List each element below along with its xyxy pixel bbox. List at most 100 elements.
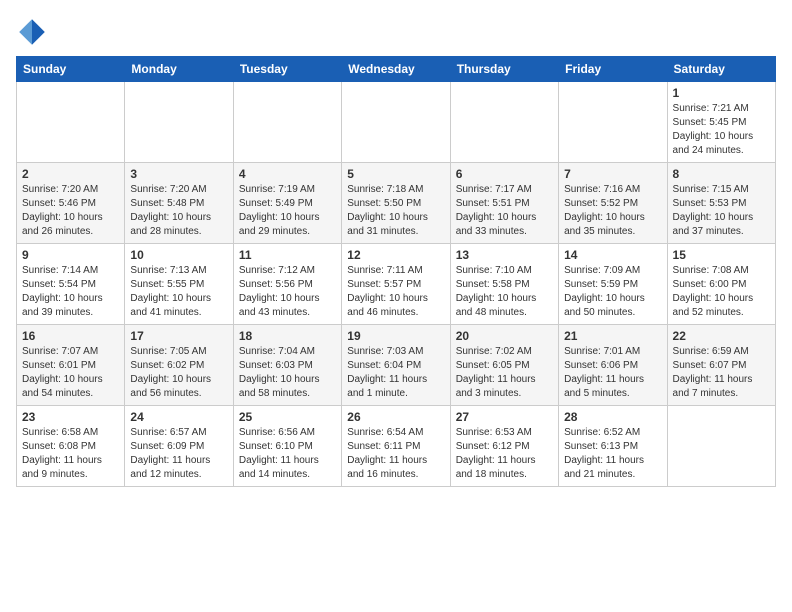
day-info: Sunrise: 7:15 AM Sunset: 5:53 PM Dayligh… — [673, 183, 770, 239]
calendar-day-cell: 15 Sunrise: 7:08 AM Sunset: 6:00 PM Dayli… — [667, 244, 775, 325]
day-number: 9 — [22, 248, 119, 262]
day-number: 15 — [673, 248, 770, 262]
calendar-day-cell — [233, 82, 341, 163]
calendar-day-cell: 10 Sunrise: 7:13 AM Sunset: 5:55 PM Dayli… — [125, 244, 233, 325]
calendar-week-row: 16 Sunrise: 7:07 AM Sunset: 6:01 PM Dayli… — [17, 325, 776, 406]
day-info: Sunrise: 7:17 AM Sunset: 5:51 PM Dayligh… — [456, 183, 553, 239]
day-info: Sunrise: 7:12 AM Sunset: 5:56 PM Dayligh… — [239, 264, 336, 320]
day-number: 27 — [456, 410, 553, 424]
calendar-day-cell: 21 Sunrise: 7:01 AM Sunset: 6:06 PM Dayli… — [559, 325, 667, 406]
calendar-day-cell: 26 Sunrise: 6:54 AM Sunset: 6:11 PM Dayli… — [342, 406, 450, 487]
day-info: Sunrise: 6:58 AM Sunset: 6:08 PM Dayligh… — [22, 426, 119, 482]
day-info: Sunrise: 6:57 AM Sunset: 6:09 PM Dayligh… — [130, 426, 227, 482]
day-info: Sunrise: 7:20 AM Sunset: 5:48 PM Dayligh… — [130, 183, 227, 239]
day-number: 14 — [564, 248, 661, 262]
logo-icon — [16, 16, 48, 48]
calendar-day-cell: 24 Sunrise: 6:57 AM Sunset: 6:09 PM Dayli… — [125, 406, 233, 487]
day-info: Sunrise: 7:16 AM Sunset: 5:52 PM Dayligh… — [564, 183, 661, 239]
calendar-day-cell — [125, 82, 233, 163]
calendar-day-cell: 2 Sunrise: 7:20 AM Sunset: 5:46 PM Daylig… — [17, 163, 125, 244]
day-number: 18 — [239, 329, 336, 343]
day-number: 5 — [347, 167, 444, 181]
day-number: 2 — [22, 167, 119, 181]
day-info: Sunrise: 7:18 AM Sunset: 5:50 PM Dayligh… — [347, 183, 444, 239]
day-info: Sunrise: 7:09 AM Sunset: 5:59 PM Dayligh… — [564, 264, 661, 320]
day-number: 4 — [239, 167, 336, 181]
calendar-day-cell — [342, 82, 450, 163]
day-info: Sunrise: 7:19 AM Sunset: 5:49 PM Dayligh… — [239, 183, 336, 239]
day-info: Sunrise: 7:13 AM Sunset: 5:55 PM Dayligh… — [130, 264, 227, 320]
calendar-day-cell: 25 Sunrise: 6:56 AM Sunset: 6:10 PM Dayli… — [233, 406, 341, 487]
day-number: 19 — [347, 329, 444, 343]
calendar-day-cell — [667, 406, 775, 487]
calendar-day-cell: 19Sunrise: 7:03 AM Sunset: 6:04 PM Dayli… — [342, 325, 450, 406]
day-number: 16 — [22, 329, 119, 343]
calendar-day-cell: 3 Sunrise: 7:20 AM Sunset: 5:48 PM Daylig… — [125, 163, 233, 244]
day-number: 10 — [130, 248, 227, 262]
day-info: Sunrise: 7:08 AM Sunset: 6:00 PM Dayligh… — [673, 264, 770, 320]
calendar-day-cell: 17Sunrise: 7:05 AM Sunset: 6:02 PM Dayli… — [125, 325, 233, 406]
day-info: Sunrise: 7:11 AM Sunset: 5:57 PM Dayligh… — [347, 264, 444, 320]
calendar-day-cell: 4 Sunrise: 7:19 AM Sunset: 5:49 PM Daylig… — [233, 163, 341, 244]
day-info: Sunrise: 6:52 AM Sunset: 6:13 PM Dayligh… — [564, 426, 661, 482]
calendar-day-cell: 12 Sunrise: 7:11 AM Sunset: 5:57 PM Dayli… — [342, 244, 450, 325]
day-number: 24 — [130, 410, 227, 424]
calendar-day-cell: 28 Sunrise: 6:52 AM Sunset: 6:13 PM Dayli… — [559, 406, 667, 487]
day-number: 21 — [564, 329, 661, 343]
day-info: Sunrise: 7:01 AM Sunset: 6:06 PM Dayligh… — [564, 345, 661, 401]
day-number: 25 — [239, 410, 336, 424]
calendar-week-row: 2 Sunrise: 7:20 AM Sunset: 5:46 PM Daylig… — [17, 163, 776, 244]
day-number: 6 — [456, 167, 553, 181]
day-number: 28 — [564, 410, 661, 424]
calendar-week-row: 1 Sunrise: 7:21 AM Sunset: 5:45 PM Daylig… — [17, 82, 776, 163]
calendar-day-cell: 16 Sunrise: 7:07 AM Sunset: 6:01 PM Dayli… — [17, 325, 125, 406]
day-info: Sunrise: 7:04 AM Sunset: 6:03 PM Dayligh… — [239, 345, 336, 401]
calendar-week-row: 23 Sunrise: 6:58 AM Sunset: 6:08 PM Dayli… — [17, 406, 776, 487]
day-number: 26 — [347, 410, 444, 424]
calendar-day-cell: 9Sunrise: 7:14 AM Sunset: 5:54 PM Daylig… — [17, 244, 125, 325]
day-number: 8 — [673, 167, 770, 181]
day-info: Sunrise: 7:10 AM Sunset: 5:58 PM Dayligh… — [456, 264, 553, 320]
calendar-day-cell: 8 Sunrise: 7:15 AM Sunset: 5:53 PM Daylig… — [667, 163, 775, 244]
calendar-day-cell: 1 Sunrise: 7:21 AM Sunset: 5:45 PM Daylig… — [667, 82, 775, 163]
calendar-day-cell: 14 Sunrise: 7:09 AM Sunset: 5:59 PM Dayli… — [559, 244, 667, 325]
weekday-header-wednesday: Wednesday — [342, 57, 450, 82]
day-number: 11 — [239, 248, 336, 262]
day-number: 3 — [130, 167, 227, 181]
calendar-table: SundayMondayTuesdayWednesdayThursdayFrid… — [16, 56, 776, 487]
day-number: 17 — [130, 329, 227, 343]
day-info: Sunrise: 6:59 AM Sunset: 6:07 PM Dayligh… — [673, 345, 770, 401]
calendar-day-cell — [450, 82, 558, 163]
calendar-day-cell: 27Sunrise: 6:53 AM Sunset: 6:12 PM Dayli… — [450, 406, 558, 487]
weekday-header-thursday: Thursday — [450, 57, 558, 82]
calendar-day-cell: 13 Sunrise: 7:10 AM Sunset: 5:58 PM Dayli… — [450, 244, 558, 325]
day-number: 22 — [673, 329, 770, 343]
weekday-header-monday: Monday — [125, 57, 233, 82]
day-info: Sunrise: 7:20 AM Sunset: 5:46 PM Dayligh… — [22, 183, 119, 239]
day-number: 13 — [456, 248, 553, 262]
calendar-day-cell: 7 Sunrise: 7:16 AM Sunset: 5:52 PM Daylig… — [559, 163, 667, 244]
day-number: 12 — [347, 248, 444, 262]
day-number: 23 — [22, 410, 119, 424]
day-info: Sunrise: 6:54 AM Sunset: 6:11 PM Dayligh… — [347, 426, 444, 482]
logo — [16, 16, 52, 48]
day-info: Sunrise: 7:21 AM Sunset: 5:45 PM Dayligh… — [673, 102, 770, 158]
weekday-header-row: SundayMondayTuesdayWednesdayThursdayFrid… — [17, 57, 776, 82]
calendar-week-row: 9Sunrise: 7:14 AM Sunset: 5:54 PM Daylig… — [17, 244, 776, 325]
day-number: 7 — [564, 167, 661, 181]
calendar-day-cell — [17, 82, 125, 163]
day-number: 1 — [673, 86, 770, 100]
calendar-day-cell: 6 Sunrise: 7:17 AM Sunset: 5:51 PM Daylig… — [450, 163, 558, 244]
calendar-day-cell: 22 Sunrise: 6:59 AM Sunset: 6:07 PM Dayli… — [667, 325, 775, 406]
weekday-header-friday: Friday — [559, 57, 667, 82]
weekday-header-saturday: Saturday — [667, 57, 775, 82]
page-header — [16, 16, 776, 48]
calendar-day-cell: 23 Sunrise: 6:58 AM Sunset: 6:08 PM Dayli… — [17, 406, 125, 487]
day-info: Sunrise: 7:02 AM Sunset: 6:05 PM Dayligh… — [456, 345, 553, 401]
calendar-day-cell — [559, 82, 667, 163]
calendar-day-cell: 18 Sunrise: 7:04 AM Sunset: 6:03 PM Dayli… — [233, 325, 341, 406]
day-info: Sunrise: 6:56 AM Sunset: 6:10 PM Dayligh… — [239, 426, 336, 482]
day-info: Sunrise: 7:07 AM Sunset: 6:01 PM Dayligh… — [22, 345, 119, 401]
calendar-day-cell: 5 Sunrise: 7:18 AM Sunset: 5:50 PM Daylig… — [342, 163, 450, 244]
weekday-header-tuesday: Tuesday — [233, 57, 341, 82]
